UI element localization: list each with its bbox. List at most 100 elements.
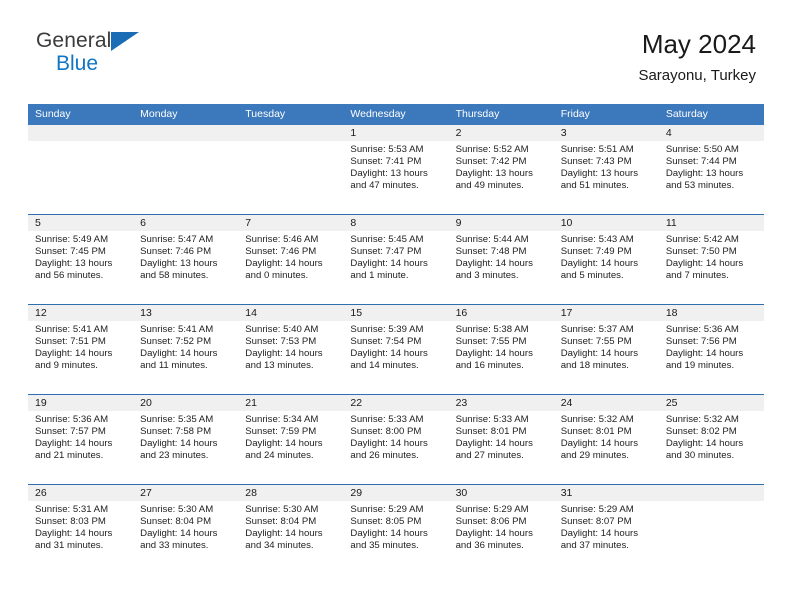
sunrise-text: Sunrise: 5:52 AM [455, 144, 529, 155]
sunset-text: Sunset: 8:04 PM [245, 516, 317, 528]
sunset-text: Sunset: 8:01 PM [455, 426, 527, 438]
day-number: 2 [448, 125, 554, 141]
sunrise-text: Sunrise: 5:40 AM [245, 324, 319, 335]
sunrise-text: Sunrise: 5:29 AM [350, 504, 424, 515]
sunset-text: Sunset: 8:04 PM [140, 516, 212, 528]
sunrise-text: Sunrise: 5:42 AM [665, 234, 739, 245]
day-number: 6 [133, 215, 239, 231]
calendar-day-cell[interactable]: 13 Sunrise: 5:41 AM Sunset: 7:52 PM Dayligh… [133, 305, 239, 394]
page-subtitle: Sarayonu, Turkey [638, 67, 756, 85]
sunrise-text: Sunrise: 5:30 AM [245, 504, 319, 515]
daylight-text: Daylight: 14 hours and 13 minutes. [245, 348, 323, 372]
calendar-day-cell[interactable]: 5 Sunrise: 5:49 AM Sunset: 7:45 PM Daylight… [28, 215, 134, 304]
calendar-day-cell[interactable]: 8 Sunrise: 5:45 AM Sunset: 7:47 PM Daylight… [343, 215, 449, 304]
day-details: Sunrise: 5:53 AM Sunset: 7:41 PM Daylight:… [343, 141, 448, 192]
daylight-text: Daylight: 14 hours and 29 minutes. [560, 438, 639, 462]
day-details: Sunrise: 5:52 AM Sunset: 7:42 PM Daylight:… [449, 141, 554, 192]
calendar-day-cell[interactable]: 20 Sunrise: 5:35 AM Sunset: 7:58 PM Dayligh… [133, 395, 239, 484]
calendar-day-cell[interactable]: 2 Sunrise: 5:52 AM Sunset: 7:42 PM Daylight… [448, 125, 554, 214]
calendar-day-cell[interactable]: 31 Sunrise: 5:29 AM Sunset: 8:07 PM Dayligh… [553, 485, 659, 574]
weekday-header-wednesday: Wednesday [350, 108, 406, 120]
day-number [28, 125, 134, 141]
calendar-day-cell[interactable]: 27 Sunrise: 5:30 AM Sunset: 8:04 PM Dayligh… [133, 485, 239, 574]
calendar-day-cell[interactable]: 4 Sunrise: 5:50 AM Sunset: 7:44 PM Daylight… [658, 125, 764, 214]
day-number: 30 [448, 485, 554, 501]
daylight-text: Daylight: 14 hours and 1 minute. [350, 258, 428, 282]
calendar-grid: Sunday Monday Tuesday Wednesday Thursday Frid… [28, 104, 764, 574]
day-details: Sunrise: 5:50 AM Sunset: 7:44 PM Daylight:… [659, 141, 764, 192]
calendar-day-cell[interactable]: 19 Sunrise: 5:36 AM Sunset: 7:57 PM Dayligh… [28, 395, 134, 484]
sunset-text: Sunset: 7:44 PM [665, 156, 737, 168]
calendar-day-cell[interactable]: 21 Sunrise: 5:34 AM Sunset: 7:59 PM Dayligh… [238, 395, 344, 484]
calendar-day-cell[interactable]: 26 Sunrise: 5:31 AM Sunset: 8:03 PM Dayligh… [28, 485, 134, 574]
weekday-header-thursday: Thursday [455, 108, 500, 120]
sunset-text: Sunset: 7:46 PM [245, 246, 317, 258]
calendar-day-cell[interactable]: 1 Sunrise: 5:53 AM Sunset: 7:41 PM Daylight… [343, 125, 449, 214]
calendar-day-cell[interactable]: 11 Sunrise: 5:42 AM Sunset: 7:50 PM Dayligh… [658, 215, 764, 304]
day-details: Sunrise: 5:37 AM Sunset: 7:55 PM Daylight:… [554, 321, 659, 372]
sunset-text: Sunset: 8:00 PM [350, 426, 422, 438]
calendar-day-cell[interactable]: 12 Sunrise: 5:41 AM Sunset: 7:51 PM Dayligh… [28, 305, 134, 394]
sunset-text: Sunset: 7:52 PM [140, 336, 212, 348]
calendar-day-cell[interactable]: 7 Sunrise: 5:46 AM Sunset: 7:46 PM Daylight… [238, 215, 344, 304]
calendar-day-cell[interactable]: 28 Sunrise: 5:30 AM Sunset: 8:04 PM Dayligh… [238, 485, 344, 574]
calendar-day-cell[interactable]: 30 Sunrise: 5:29 AM Sunset: 8:06 PM Dayligh… [448, 485, 554, 574]
weekday-header-saturday: Saturday [665, 108, 708, 120]
calendar-day-cell[interactable]: 23 Sunrise: 5:33 AM Sunset: 8:01 PM Dayligh… [448, 395, 554, 484]
day-details: Sunrise: 5:39 AM Sunset: 7:54 PM Daylight:… [343, 321, 448, 372]
calendar-day-cell[interactable]: 15 Sunrise: 5:39 AM Sunset: 7:54 PM Dayligh… [343, 305, 449, 394]
day-details: Sunrise: 5:29 AM Sunset: 8:06 PM Daylight:… [449, 501, 554, 552]
calendar-day-cell[interactable]: 10 Sunrise: 5:43 AM Sunset: 7:49 PM Dayligh… [553, 215, 659, 304]
calendar-day-cell[interactable]: 22 Sunrise: 5:33 AM Sunset: 8:00 PM Dayligh… [343, 395, 449, 484]
day-number: 10 [553, 215, 659, 231]
calendar-day-cell[interactable]: 25 Sunrise: 5:32 AM Sunset: 8:02 PM Dayligh… [658, 395, 764, 484]
daylight-text: Daylight: 14 hours and 37 minutes. [560, 528, 639, 552]
sunrise-text: Sunrise: 5:29 AM [560, 504, 634, 515]
calendar-day-cell[interactable]: 16 Sunrise: 5:38 AM Sunset: 7:55 PM Dayligh… [448, 305, 554, 394]
sunrise-text: Sunrise: 5:34 AM [245, 414, 319, 425]
day-number: 24 [553, 395, 659, 411]
day-number: 8 [343, 215, 449, 231]
weekday-header-friday: Friday [560, 108, 590, 120]
day-details: Sunrise: 5:33 AM Sunset: 8:00 PM Daylight:… [343, 411, 448, 462]
weekday-header-tuesday: Tuesday [245, 108, 286, 120]
daylight-text: Daylight: 14 hours and 5 minutes. [560, 258, 639, 282]
sunrise-text: Sunrise: 5:45 AM [350, 234, 424, 245]
week-cells: 1 Sunrise: 5:53 AM Sunset: 7:41 PM Daylight… [28, 125, 764, 214]
calendar-day-cell[interactable]: 17 Sunrise: 5:37 AM Sunset: 7:55 PM Dayligh… [553, 305, 659, 394]
sunrise-text: Sunrise: 5:29 AM [455, 504, 529, 515]
calendar-day-cell[interactable]: 18 Sunrise: 5:36 AM Sunset: 7:56 PM Dayligh… [658, 305, 764, 394]
day-details: Sunrise: 5:41 AM Sunset: 7:51 PM Daylight:… [28, 321, 133, 372]
day-number: 25 [658, 395, 764, 411]
day-number: 20 [133, 395, 239, 411]
day-details: Sunrise: 5:51 AM Sunset: 7:43 PM Daylight:… [554, 141, 659, 192]
day-details: Sunrise: 5:30 AM Sunset: 8:04 PM Daylight:… [133, 501, 238, 552]
sunset-text: Sunset: 7:55 PM [560, 336, 632, 348]
day-number [238, 125, 344, 141]
calendar-day-cell-empty [28, 125, 134, 214]
calendar-day-cell[interactable]: 14 Sunrise: 5:40 AM Sunset: 7:53 PM Dayligh… [238, 305, 344, 394]
calendar-day-cell[interactable]: 29 Sunrise: 5:29 AM Sunset: 8:05 PM Dayligh… [343, 485, 449, 574]
day-details: Sunrise: 5:32 AM Sunset: 8:01 PM Daylight:… [554, 411, 659, 462]
daylight-text: Daylight: 14 hours and 35 minutes. [350, 528, 428, 552]
day-details: Sunrise: 5:38 AM Sunset: 7:55 PM Daylight:… [449, 321, 554, 372]
daylight-text: Daylight: 13 hours and 47 minutes. [350, 168, 428, 192]
day-details: Sunrise: 5:30 AM Sunset: 8:04 PM Daylight:… [238, 501, 343, 552]
sunset-text: Sunset: 7:54 PM [350, 336, 422, 348]
page-title: May 2024 [641, 29, 756, 59]
calendar-day-cell[interactable]: 6 Sunrise: 5:47 AM Sunset: 7:46 PM Daylight… [133, 215, 239, 304]
day-details: Sunrise: 5:29 AM Sunset: 8:07 PM Daylight:… [554, 501, 659, 552]
day-number: 28 [238, 485, 344, 501]
brand-logo[interactable]: General Blue [36, 30, 146, 82]
sunrise-text: Sunrise: 5:43 AM [560, 234, 634, 245]
calendar-day-cell[interactable]: 24 Sunrise: 5:32 AM Sunset: 8:01 PM Dayligh… [553, 395, 659, 484]
sunset-text: Sunset: 7:50 PM [665, 246, 737, 258]
calendar-week-row: 5 Sunrise: 5:49 AM Sunset: 7:45 PM Daylight… [28, 214, 764, 304]
daylight-text: Daylight: 14 hours and 36 minutes. [455, 528, 533, 552]
sunset-text: Sunset: 8:07 PM [560, 516, 632, 528]
day-number: 13 [133, 305, 239, 321]
sunset-text: Sunset: 8:02 PM [665, 426, 737, 438]
calendar-day-cell[interactable]: 3 Sunrise: 5:51 AM Sunset: 7:43 PM Daylight… [553, 125, 659, 214]
sunset-text: Sunset: 7:53 PM [245, 336, 317, 348]
calendar-day-cell[interactable]: 9 Sunrise: 5:44 AM Sunset: 7:48 PM Daylight… [448, 215, 554, 304]
